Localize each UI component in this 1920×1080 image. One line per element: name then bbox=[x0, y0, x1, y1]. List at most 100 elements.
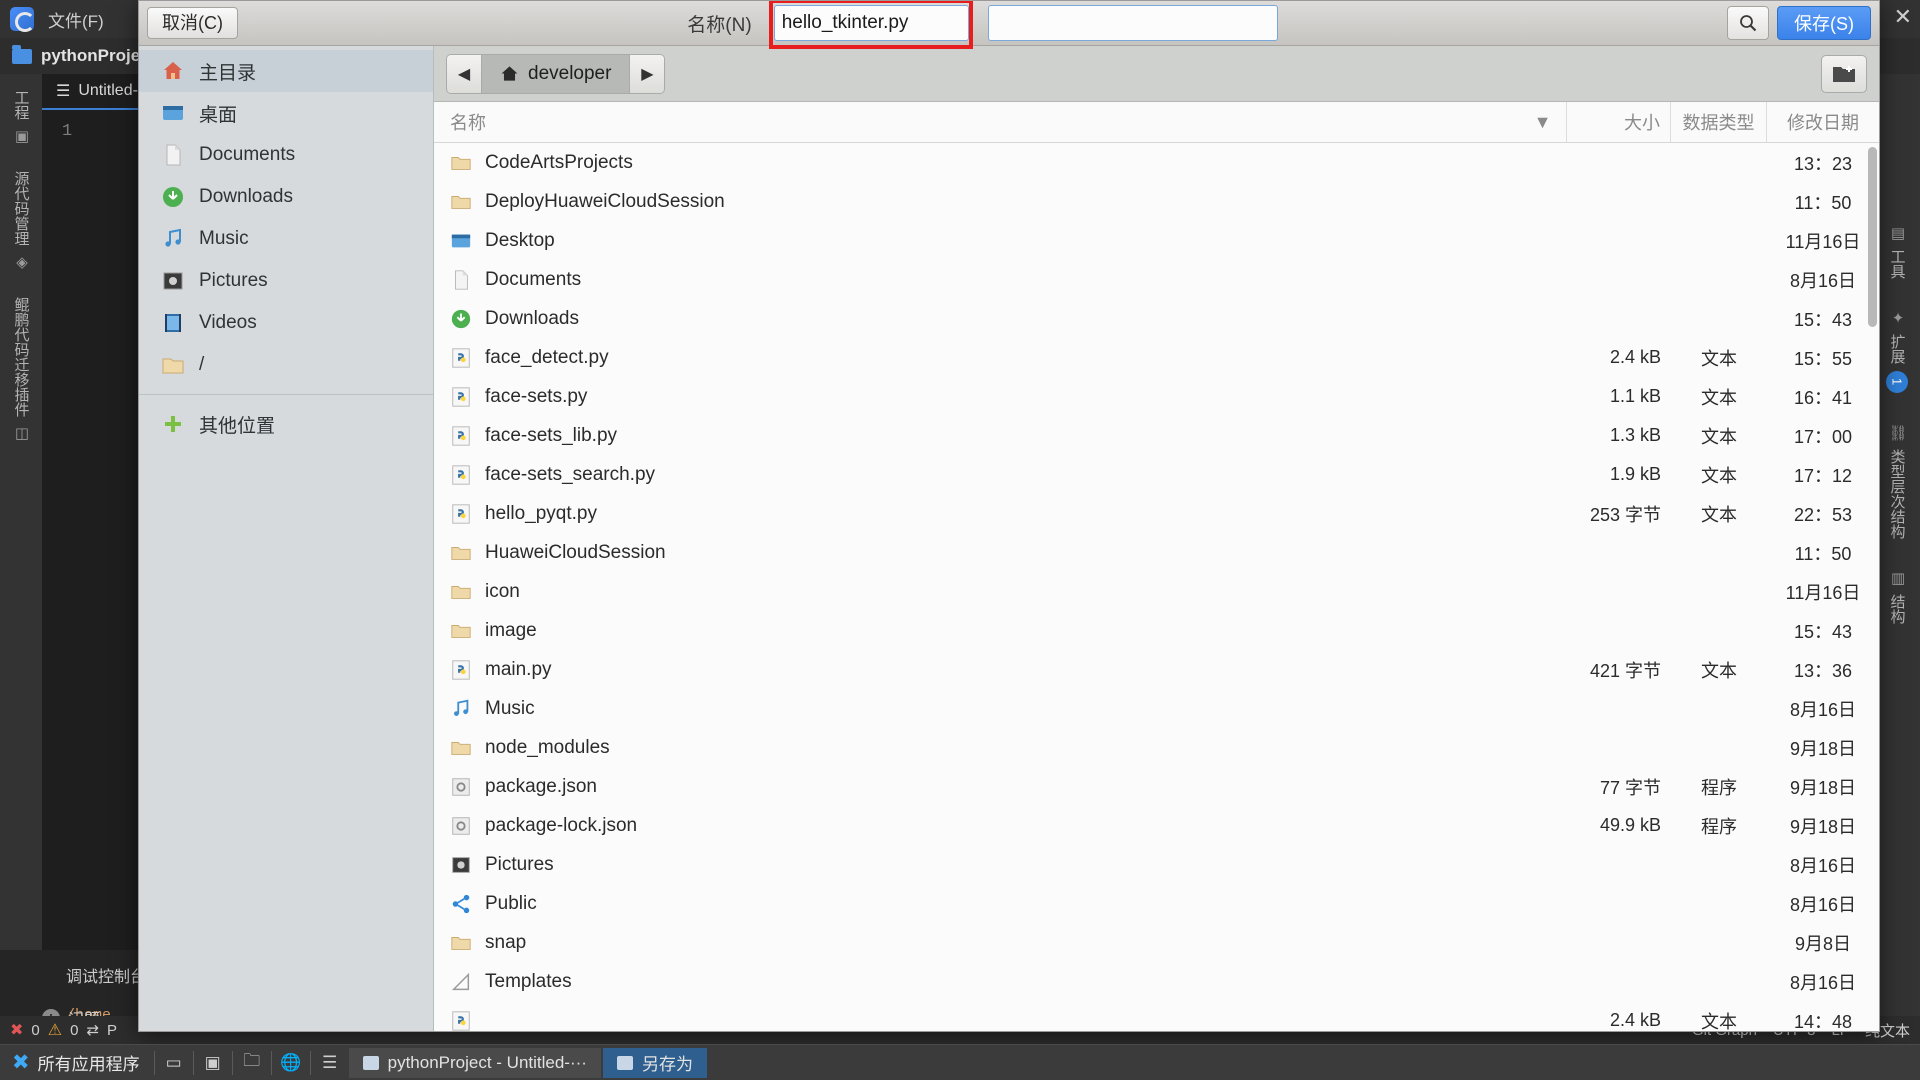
port-icon[interactable]: ⇄ bbox=[86, 1021, 99, 1039]
place-item-root[interactable]: / bbox=[139, 344, 433, 386]
table-row[interactable]: Templates 8月16日 bbox=[434, 962, 1879, 1001]
folder-icon bbox=[162, 358, 184, 374]
new-folder-button[interactable] bbox=[1821, 54, 1867, 93]
file-list-scrollbar[interactable] bbox=[1868, 147, 1877, 327]
table-row[interactable]: Public 8月16日 bbox=[434, 884, 1879, 923]
menu-file[interactable]: 文件(F) bbox=[48, 7, 104, 32]
place-item-documents[interactable]: Documents bbox=[139, 134, 433, 176]
table-row[interactable]: main.py 421 字节 文本 13：36 bbox=[434, 650, 1879, 689]
terminal-icon[interactable]: ▣ bbox=[196, 1049, 230, 1077]
warning-icon: ⚠ bbox=[47, 1022, 63, 1039]
file-name-label: hello_pyqt.py bbox=[485, 502, 597, 524]
breadcrumb-forward-button[interactable]: ▶ bbox=[630, 54, 665, 93]
table-row[interactable]: hello_pyqt.py 253 字节 文本 22：53 bbox=[434, 494, 1879, 533]
taskbar-window-ide[interactable]: pythonProject - Untitled-··· bbox=[348, 1047, 601, 1078]
structure-label: 结构 bbox=[1888, 594, 1906, 625]
table-row[interactable]: package.json 77 字节 程序 9月18日 bbox=[434, 767, 1879, 806]
column-header-name[interactable]: 名称 bbox=[434, 102, 1519, 143]
table-row[interactable]: node_modules 9月18日 bbox=[434, 728, 1879, 767]
filename-input[interactable] bbox=[773, 5, 969, 41]
table-row[interactable]: Downloads 15：43 bbox=[434, 299, 1879, 338]
place-item-downloads[interactable]: Downloads bbox=[139, 176, 433, 218]
table-row[interactable]: face_detect.py 2.4 kB 文本 15：55 bbox=[434, 338, 1879, 377]
picture-icon bbox=[450, 854, 472, 876]
type-hierarchy-icon: ⛓ bbox=[1889, 423, 1906, 443]
place-item-home[interactable]: 主目录 bbox=[139, 50, 433, 92]
file-date-cell: 11：50 bbox=[1794, 192, 1852, 213]
table-row[interactable]: image 15：43 bbox=[434, 611, 1879, 650]
table-row[interactable]: icon 11月16日 bbox=[434, 572, 1879, 611]
search-button[interactable] bbox=[1726, 6, 1769, 40]
place-item-pictures[interactable]: Pictures bbox=[139, 260, 433, 302]
table-row[interactable]: HuaweiCloudSession 11：50 bbox=[434, 533, 1879, 572]
start-menu-button[interactable]: ✖ 所有应用程序 bbox=[0, 1045, 152, 1080]
table-row[interactable]: 2.4 kB 文本 14：48 bbox=[434, 1001, 1879, 1031]
sidebar-item-source-control[interactable]: 源代码管理 ◈ bbox=[11, 171, 32, 271]
place-label: Pictures bbox=[199, 270, 268, 291]
dialog-header-actions: 保存(S) bbox=[1726, 6, 1871, 40]
sidebar-item-tools[interactable]: ▤ 工具 bbox=[1887, 224, 1908, 279]
table-row[interactable]: CodeArtsProjects 13：23 bbox=[434, 143, 1879, 182]
place-item-desktop[interactable]: 桌面 bbox=[139, 92, 433, 134]
files-icon[interactable]: 🗀 bbox=[235, 1049, 269, 1077]
table-row[interactable]: snap 9月8日 bbox=[434, 923, 1879, 962]
column-header-type[interactable]: 数据类型 bbox=[1671, 101, 1767, 143]
table-row[interactable]: Pictures 8月16日 bbox=[434, 845, 1879, 884]
file-name-label: package-lock.json bbox=[485, 814, 638, 836]
sidebar-item-type-hierarchy[interactable]: ⛓ 类型层次结构 bbox=[1887, 423, 1908, 539]
table-row[interactable]: Music 8月16日 bbox=[434, 689, 1879, 728]
file-name-label: package.json bbox=[485, 775, 597, 797]
table-row[interactable]: face-sets.py 1.1 kB 文本 16：41 bbox=[434, 377, 1879, 416]
place-item-other-locations[interactable]: 其他位置 bbox=[139, 403, 433, 445]
table-row[interactable]: face-sets_search.py 1.9 kB 文本 17：12 bbox=[434, 455, 1879, 494]
divider bbox=[231, 1050, 233, 1075]
path-bar: ◀ developer ▶ bbox=[434, 46, 1879, 102]
table-row[interactable]: Documents 8月16日 bbox=[434, 260, 1879, 299]
table-row[interactable]: face-sets_lib.py 1.3 kB 文本 17：00 bbox=[434, 416, 1879, 455]
file-name-cell: image bbox=[434, 620, 1519, 642]
column-header-size[interactable]: 大小 bbox=[1567, 101, 1671, 143]
file-name-label: Downloads bbox=[485, 307, 579, 329]
sidebar-item-migration-plugin[interactable]: 鲲鹏代码迁移插件 ◫ bbox=[11, 297, 32, 442]
tab-label: Untitled-1 bbox=[78, 82, 147, 99]
close-icon[interactable]: ✕ bbox=[1894, 4, 1912, 30]
column-header-date[interactable]: 修改日期 bbox=[1767, 102, 1879, 143]
download-icon bbox=[450, 308, 472, 330]
browser-icon[interactable]: 🌐 bbox=[274, 1049, 308, 1077]
table-row[interactable]: DeployHuaweiCloudSession 11：50 bbox=[434, 182, 1879, 221]
migration-plugin-icon: ◫ bbox=[13, 424, 30, 442]
sidebar-item-structure[interactable]: ▥ 结构 bbox=[1887, 569, 1908, 624]
filename-extra-field[interactable] bbox=[987, 5, 1278, 41]
tools-label: 工具 bbox=[1888, 249, 1906, 279]
file-date-cell: 9月18日 bbox=[1789, 816, 1857, 837]
place-item-videos[interactable]: Videos bbox=[139, 302, 433, 344]
divider bbox=[270, 1050, 272, 1075]
table-row[interactable]: Desktop 11月16日 bbox=[434, 221, 1879, 260]
chevron-down-icon[interactable]: ▼ bbox=[1519, 101, 1567, 143]
place-item-music[interactable]: Music bbox=[139, 218, 433, 260]
file-list[interactable]: CodeArtsProjects 13：23 DeployHuaweiCloudSe… bbox=[434, 143, 1879, 1031]
source-control-icon: ◈ bbox=[13, 253, 30, 271]
sidebar-item-extensions[interactable]: ✦ 扩展 1 bbox=[1886, 309, 1908, 393]
download-icon bbox=[163, 187, 183, 207]
list-icon[interactable]: ☰ bbox=[313, 1049, 347, 1077]
warning-count[interactable]: 0 bbox=[70, 1022, 78, 1039]
breadcrumb-current[interactable]: developer bbox=[481, 54, 631, 93]
table-row[interactable]: package-lock.json 49.9 kB 程序 9月18日 bbox=[434, 806, 1879, 845]
taskbar-window-save-as[interactable]: 另存为 bbox=[602, 1047, 707, 1078]
sidebar-item-project[interactable]: 工程 ▣ bbox=[11, 90, 32, 145]
file-date-cell: 9月18日 bbox=[1789, 738, 1857, 759]
file-date-cell: 17：00 bbox=[1793, 426, 1853, 447]
dialog-body: 主目录 桌面 Documents Downloads Music Picture… bbox=[139, 46, 1879, 1031]
save-button[interactable]: 保存(S) bbox=[1776, 6, 1871, 40]
file-size-cell: 49.9 kB bbox=[1599, 815, 1661, 835]
file-date-cell: 8月16日 bbox=[1789, 972, 1857, 993]
port-label[interactable]: P bbox=[107, 1022, 117, 1039]
cancel-button[interactable]: 取消(C) bbox=[147, 7, 238, 39]
error-count[interactable]: 0 bbox=[31, 1022, 39, 1039]
breadcrumb-back-button[interactable]: ◀ bbox=[447, 54, 481, 93]
display-icon[interactable]: ▭ bbox=[157, 1049, 191, 1077]
place-label: 桌面 bbox=[199, 104, 238, 126]
file-name-label: face_detect.py bbox=[485, 346, 609, 368]
file-name-cell: Pictures bbox=[434, 854, 1519, 876]
